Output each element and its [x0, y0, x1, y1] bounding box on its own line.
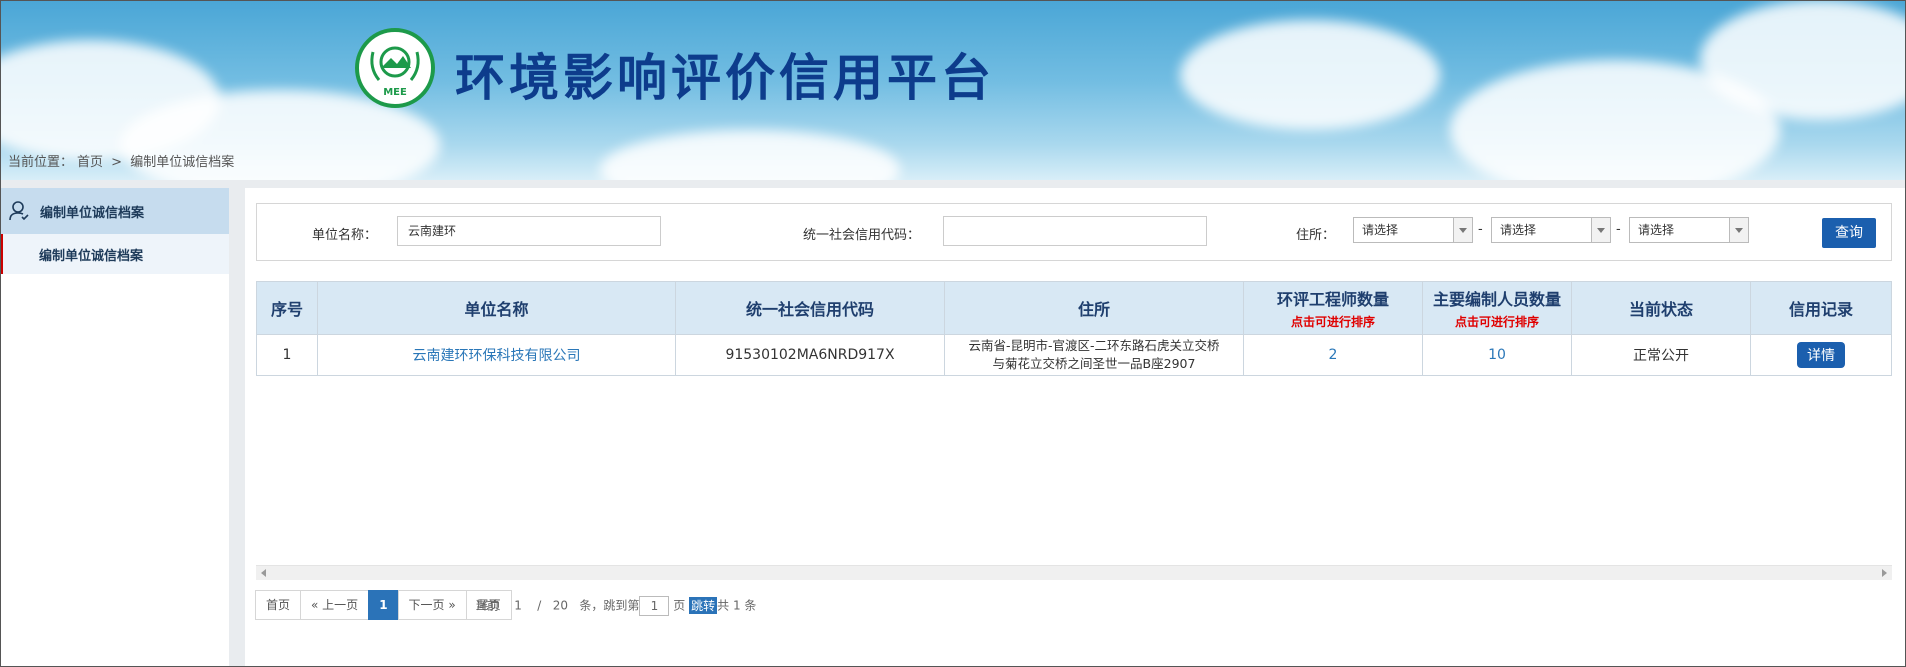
jump-page-input[interactable]: 1: [639, 596, 670, 616]
sidebar-item-label: 编制单位诚信档案: [39, 248, 144, 264]
pager-page-size: 20: [552, 598, 568, 613]
main-content: 单位名称： 云南建环 统一社会信用代码： 住所： 请选择 - 请选择 - 请选择…: [245, 188, 1906, 667]
horizontal-scrollbar[interactable]: [256, 565, 1892, 580]
pagination: 首页 « 上一页 1 下一页 » 尾页: [255, 590, 512, 620]
address-line-1: 云南省-昆明市-官渡区-二环东路石虎关立交桥: [968, 338, 1220, 353]
prev-page-button[interactable]: « 上一页: [300, 590, 370, 620]
col-engineers-header[interactable]: 环评工程师数量 点击可进行排序: [1243, 281, 1423, 335]
search-form: 单位名称： 云南建环 统一社会信用代码： 住所： 请选择 - 请选择 - 请选择…: [256, 203, 1892, 261]
chevron-down-icon[interactable]: [1729, 218, 1748, 242]
pager-info: 当前 1 / 20 条，跳到第 1 页 跳转共 1 条: [475, 596, 756, 616]
breadcrumb-prefix: 当前位置：: [8, 155, 74, 170]
chevron-down-icon[interactable]: [1453, 218, 1472, 242]
address-line-2: 与菊花立交桥之间圣世一品B座2907: [992, 356, 1196, 371]
detail-button[interactable]: 详情: [1797, 342, 1845, 368]
editors-header-label: 主要编制人员数量: [1432, 290, 1561, 309]
district-select-value: 请选择: [1638, 223, 1675, 237]
user-check-icon: [9, 201, 29, 221]
table-header-row: 序号 单位名称 统一社会信用代码 住所 环评工程师数量 点击可进行排序 主要编制…: [256, 281, 1892, 335]
cloud-decoration: [1180, 20, 1440, 130]
cell-credit-record: 详情: [1750, 334, 1892, 376]
sort-hint: 点击可进行排序: [1454, 315, 1539, 329]
first-page-button[interactable]: 首页: [255, 590, 302, 620]
jump-button[interactable]: 跳转: [689, 596, 718, 614]
next-page-button[interactable]: 下一页 »: [397, 590, 467, 620]
pager-current-label: 当前: [475, 598, 500, 613]
pager-current-page: 1: [514, 598, 522, 613]
sidebar-section-title: 编制单位诚信档案: [40, 205, 145, 221]
mee-logo-icon: MEE: [355, 28, 435, 108]
credit-code-input[interactable]: [943, 216, 1207, 246]
credit-code-label: 统一社会信用代码：: [803, 228, 921, 243]
scroll-left-icon[interactable]: [261, 569, 266, 577]
scroll-right-icon[interactable]: [1882, 569, 1887, 577]
site-title: 环境影响评价信用平台: [455, 49, 995, 107]
cloud-decoration: [600, 130, 900, 180]
address-dash: -: [1616, 222, 1621, 237]
breadcrumb: 当前位置： 首页 > 编制单位诚信档案: [8, 151, 238, 170]
sidebar-item-unit-credit-archive[interactable]: 编制单位诚信档案: [0, 234, 229, 274]
unit-name-input[interactable]: 云南建环: [397, 216, 661, 246]
col-credit-code-header: 统一社会信用代码: [675, 281, 945, 335]
cell-address: 云南省-昆明市-官渡区-二环东路石虎关立交桥 与菊花立交桥之间圣世一品B座290…: [944, 334, 1244, 376]
layout-gutter: [229, 188, 245, 667]
district-select[interactable]: 请选择: [1629, 217, 1749, 243]
pager-jump-suffix: 页: [673, 598, 686, 613]
col-status-header: 当前状态: [1571, 281, 1751, 335]
pager-slash: /: [537, 598, 542, 613]
editors-count-link[interactable]: 10: [1488, 347, 1506, 363]
sidebar-section-header[interactable]: 编制单位诚信档案: [0, 188, 229, 234]
cell-credit-code: 91530102MA6NRD917X: [675, 334, 945, 376]
address-label: 住所：: [1296, 228, 1336, 243]
logo-text: MEE: [383, 87, 407, 98]
cell-status: 正常公开: [1571, 334, 1751, 376]
cell-unit-name: 云南建环环保科技有限公司: [317, 334, 676, 376]
col-editors-header[interactable]: 主要编制人员数量 点击可进行排序: [1422, 281, 1572, 335]
col-address-header: 住所: [944, 281, 1244, 335]
cell-engineers: 2: [1243, 334, 1423, 376]
province-select-value: 请选择: [1362, 223, 1399, 237]
engineers-count-link[interactable]: 2: [1329, 347, 1338, 363]
col-credit-record-header: 信用记录: [1750, 281, 1892, 335]
city-select-value: 请选择: [1500, 223, 1537, 237]
header-divider: [0, 180, 1906, 188]
chevron-down-icon[interactable]: [1591, 218, 1610, 242]
query-button[interactable]: 查询: [1822, 218, 1876, 248]
engineers-header-label: 环评工程师数量: [1276, 290, 1389, 309]
breadcrumb-separator: >: [111, 155, 123, 170]
unit-name-label: 单位名称：: [312, 228, 378, 243]
sort-hint: 点击可进行排序: [1290, 315, 1375, 329]
pager-jump-prefix: 条，跳到第: [579, 598, 640, 613]
province-select[interactable]: 请选择: [1353, 217, 1473, 243]
sidebar: 编制单位诚信档案 编制单位诚信档案: [0, 188, 230, 667]
cell-editors: 10: [1422, 334, 1572, 376]
results-table: 序号 单位名称 统一社会信用代码 住所 环评工程师数量 点击可进行排序 主要编制…: [256, 281, 1892, 376]
address-dash: -: [1478, 222, 1483, 237]
unit-name-link[interactable]: 云南建环环保科技有限公司: [413, 348, 581, 364]
pager-total: 共 1 条: [717, 598, 757, 613]
col-unit-name-header: 单位名称: [317, 281, 676, 335]
city-select[interactable]: 请选择: [1491, 217, 1611, 243]
header-banner: MEE 环境影响评价信用平台 当前位置： 首页 > 编制单位诚信档案: [0, 0, 1906, 180]
breadcrumb-home-link[interactable]: 首页: [77, 155, 103, 170]
cell-index: 1: [256, 334, 318, 376]
page-1-button[interactable]: 1: [368, 590, 399, 620]
table-row: 1 云南建环环保科技有限公司 91530102MA6NRD917X 云南省-昆明…: [256, 334, 1892, 376]
breadcrumb-current: 编制单位诚信档案: [130, 155, 235, 170]
col-index-header: 序号: [256, 281, 318, 335]
